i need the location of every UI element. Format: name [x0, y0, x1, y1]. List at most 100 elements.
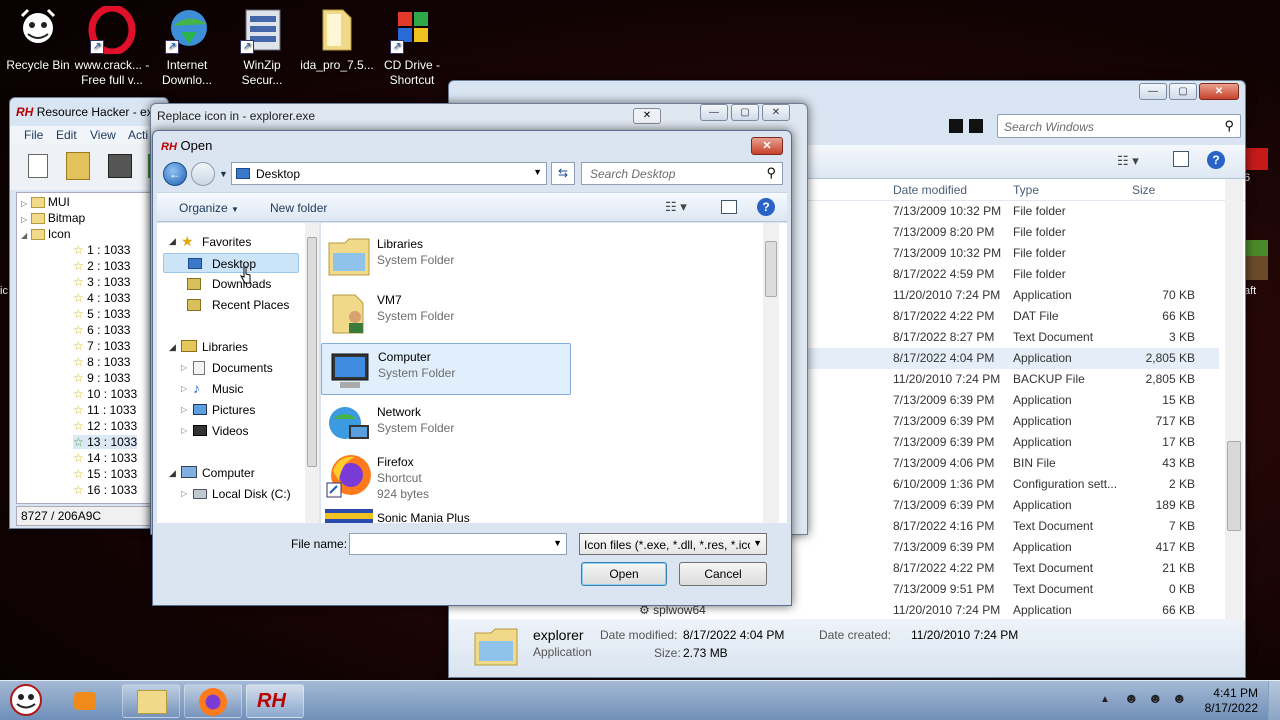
view-options-icon[interactable]: ☷ ▾ [1117, 153, 1139, 169]
tree-item[interactable]: ☆ 12 : 1033 [73, 419, 137, 433]
view-icon[interactable] [949, 119, 963, 133]
menu-action[interactable]: Acti [128, 128, 148, 142]
nav-item-videos[interactable]: Videos [212, 424, 248, 438]
expand-arrow-icon[interactable]: ◢ [169, 342, 176, 353]
help-icon[interactable]: ? [1207, 151, 1225, 169]
tree-item[interactable]: ☆ 9 : 1033 [73, 371, 130, 385]
file-name-input[interactable]: ▼ [349, 533, 567, 555]
expand-arrow-icon[interactable]: ◢ [169, 236, 176, 247]
taskbar-explorer[interactable] [122, 684, 180, 718]
show-desktop-button[interactable] [1268, 681, 1280, 720]
tree-item[interactable]: ☆ 16 : 1033 [73, 483, 137, 497]
chevron-down-icon[interactable]: ▼ [753, 538, 762, 548]
nav-favorites[interactable]: Favorites [202, 235, 251, 249]
new-file-icon[interactable] [28, 154, 48, 178]
expand-arrow-icon[interactable]: ▷ [181, 384, 187, 393]
search-icon[interactable]: ⚲ [1224, 118, 1234, 134]
nav-scrollbar[interactable] [305, 223, 319, 523]
desktop-icon-winzip[interactable]: ↗ WinZip Secur... [224, 6, 300, 88]
new-folder-button[interactable]: New folder [270, 201, 327, 215]
tray-icon[interactable]: ☻ [1124, 690, 1139, 706]
desktop-icon-cd-drive[interactable]: ↗ CD Drive - Shortcut [374, 6, 450, 88]
tree-item[interactable]: ☆ 4 : 1033 [73, 291, 130, 305]
tree-item[interactable]: ☆ 10 : 1033 [73, 387, 137, 401]
expand-arrow-icon[interactable]: ▷ [181, 489, 187, 498]
help-icon[interactable]: ? [757, 198, 775, 216]
nav-item-desktop-selected[interactable]: Desktop [163, 253, 299, 273]
chevron-down-icon[interactable]: ▼ [533, 167, 542, 177]
menu-file[interactable]: File [24, 128, 43, 142]
chevron-down-icon[interactable]: ▼ [553, 538, 562, 548]
tree-item[interactable]: ☆ 13 : 1033 [73, 435, 138, 449]
tree-item[interactable]: ☆ 3 : 1033 [73, 275, 130, 289]
clock[interactable]: 4:41 PM 8/17/2022 [1196, 686, 1258, 716]
close-button[interactable]: ✕ [633, 108, 661, 124]
file-item-network[interactable]: Network System Folder [321, 399, 571, 451]
file-item-computer-selected[interactable]: Computer System Folder [321, 343, 571, 395]
tray-icon[interactable]: ☻ [1148, 690, 1163, 706]
nav-item-pictures[interactable]: Pictures [212, 403, 255, 417]
minecraft-icon[interactable] [1246, 240, 1268, 280]
close-button[interactable]: ✕ [751, 137, 783, 155]
tree-item[interactable]: ☆ 8 : 1033 [73, 355, 130, 369]
forward-button[interactable] [191, 162, 215, 186]
file-item-firefox[interactable]: Firefox Shortcut 924 bytes [321, 449, 571, 505]
app-icon-red[interactable] [1246, 148, 1268, 170]
tree-item[interactable]: ☆ 7 : 1033 [73, 339, 130, 353]
file-item-sonic-mania[interactable]: Sonic Mania Plus [321, 507, 571, 523]
expand-arrow-icon[interactable]: ▷ [181, 363, 187, 372]
view-icon[interactable] [969, 119, 983, 133]
open-dialog[interactable]: RH Open ✕ ← ▼ Desktop ▼ ⇆ Search Desktop… [152, 130, 792, 606]
dialog-search-box[interactable]: Search Desktop ⚲ [581, 162, 783, 185]
tree-item[interactable]: ☆ 11 : 1033 [73, 403, 136, 417]
taskbar-resource-hacker[interactable]: RH [246, 684, 304, 718]
tree-item[interactable]: ☆ 5 : 1033 [73, 307, 130, 321]
nav-libraries[interactable]: Libraries [202, 340, 248, 354]
resource-hacker-window[interactable]: RH Resource Hacker - ex File Edit View A… [9, 97, 169, 529]
nav-item-local-disk[interactable]: Local Disk (C:) [212, 487, 291, 501]
desktop-icon-opera[interactable]: ↗ www.crack... - Free full v... [74, 4, 150, 88]
file-item-libraries[interactable]: Libraries System Folder [321, 231, 571, 283]
close-button[interactable]: ✕ [762, 104, 790, 121]
open-file-icon[interactable] [66, 152, 90, 180]
recent-pages-icon[interactable]: ▼ [219, 169, 228, 179]
back-button[interactable]: ← [163, 162, 187, 186]
scroll-thumb[interactable] [307, 237, 317, 467]
maximize-button[interactable]: ▢ [1169, 83, 1197, 100]
file-item-vm7[interactable]: VM7 System Folder [321, 287, 571, 339]
view-options-icon[interactable]: ☷ ▾ [665, 199, 687, 215]
search-icon[interactable]: ⚲ [766, 165, 776, 181]
column-date-modified[interactable]: Date modified [893, 183, 967, 197]
minimize-button[interactable]: — [700, 104, 728, 121]
desktop-icon-recycle-bin[interactable]: Recycle Bin [0, 6, 76, 73]
nav-item-recent-places[interactable]: Recent Places [212, 298, 289, 312]
taskbar-media-player[interactable] [60, 684, 110, 718]
nav-item-music[interactable]: Music [212, 382, 243, 396]
tray-icon[interactable]: ☻ [1172, 690, 1187, 706]
explorer-scrollbar[interactable] [1225, 179, 1243, 619]
tree-node[interactable]: ▷ Bitmap [21, 211, 85, 225]
address-bar[interactable]: Desktop ▼ [231, 162, 547, 185]
column-size[interactable]: Size [1132, 183, 1155, 197]
nav-computer[interactable]: Computer [202, 466, 255, 480]
maximize-button[interactable]: ▢ [731, 104, 759, 121]
save-icon[interactable] [108, 154, 132, 178]
desktop-icon-ida-folder[interactable]: ida_pro_7.5... [299, 6, 375, 73]
menu-view[interactable]: View [90, 128, 116, 142]
nav-item-documents[interactable]: Documents [212, 361, 273, 375]
taskbar-firefox[interactable] [184, 684, 242, 718]
expand-arrow-icon[interactable]: ▷ [181, 426, 187, 435]
expand-arrow-icon[interactable]: ▷ [181, 405, 187, 414]
file-pane-scrollbar[interactable] [763, 223, 779, 523]
file-type-select[interactable]: Icon files (*.exe, *.dll, *.res, *.ico ▼ [579, 533, 767, 555]
preview-pane-icon[interactable] [1173, 151, 1189, 167]
menu-edit[interactable]: Edit [56, 128, 77, 142]
desktop-icon-idm[interactable]: ↗ Internet Downlo... [149, 6, 225, 88]
organize-button[interactable]: Organize ▼ [179, 201, 239, 215]
tree-item[interactable]: ☆ 14 : 1033 [73, 451, 137, 465]
tree-item[interactable]: ☆ 6 : 1033 [73, 323, 130, 337]
tree-node[interactable]: ▷ MUI [21, 195, 70, 209]
column-type[interactable]: Type [1013, 183, 1039, 197]
scroll-thumb[interactable] [765, 241, 777, 297]
preview-pane-icon[interactable] [721, 200, 737, 214]
